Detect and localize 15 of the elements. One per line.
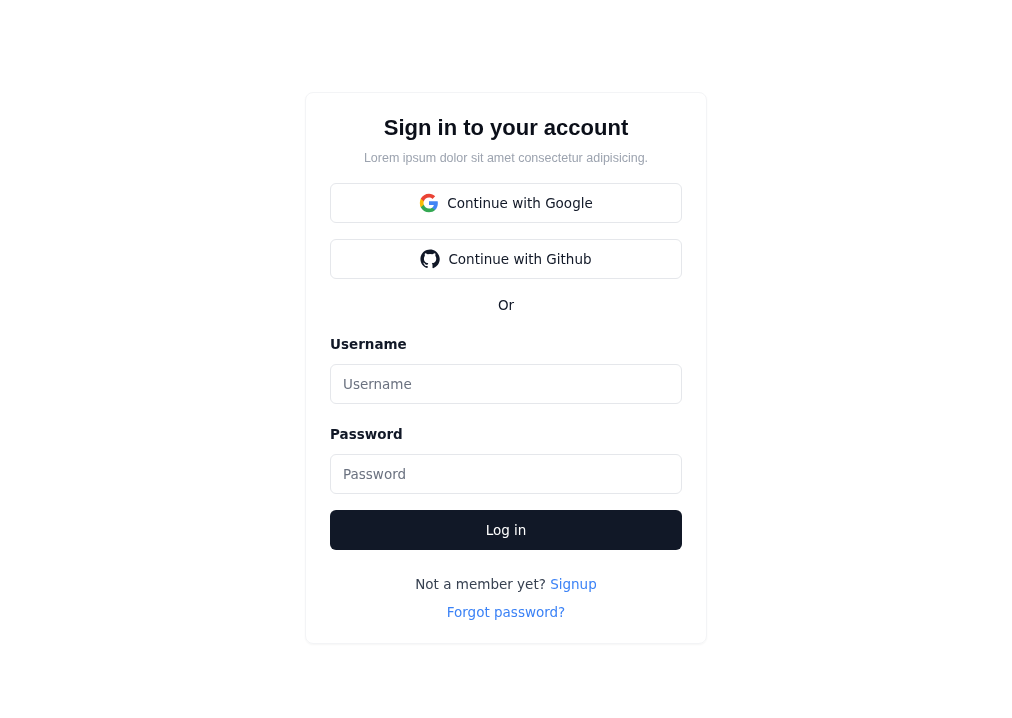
google-logo-icon (419, 193, 440, 213)
username-field[interactable]: Username (330, 364, 682, 404)
signup-link[interactable]: Signup (550, 576, 597, 592)
form-subtitle: Lorem ipsum dolor sit amet consectetur adipisicing. (362, 150, 650, 167)
field-label: Password (330, 425, 404, 443)
divider-text: Or (496, 296, 516, 314)
form-title: Sign in to your account (382, 114, 630, 142)
field-label: Username (330, 335, 408, 353)
google-button[interactable]: Continue with Google (330, 183, 682, 223)
github-button[interactable]: Continue with Github (330, 239, 682, 279)
password-field[interactable]: Password (330, 454, 682, 494)
login-button[interactable]: Log in (330, 510, 682, 550)
github-logo-icon (420, 249, 441, 269)
forgot-password-link[interactable]: Forgot password? (446, 604, 566, 620)
signup-prompt: Not a member yet? (415, 576, 546, 592)
